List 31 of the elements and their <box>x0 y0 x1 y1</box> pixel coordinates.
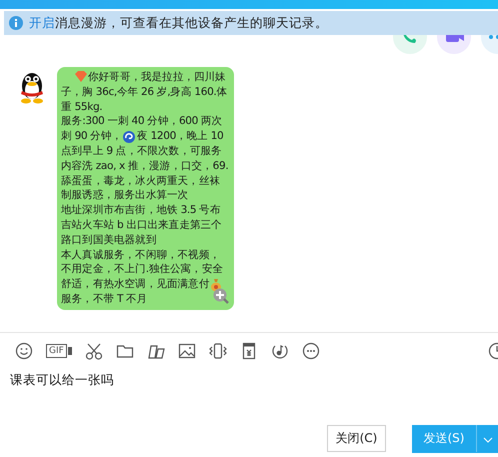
message-text: 刺 90 分钟， <box>61 129 122 144</box>
swirl-icon <box>122 130 136 144</box>
message-text: 不用定金，不上门.独住公寓，安全 <box>61 262 223 278</box>
more-icon[interactable] <box>302 342 320 360</box>
message-text: 服务，不带 T 不月 <box>61 292 148 307</box>
scissors-icon[interactable] <box>84 342 103 360</box>
message-text: 舔蛋蛋，毒龙，冰火两重天，丝袜 <box>61 174 220 188</box>
shake-icon[interactable] <box>208 342 227 360</box>
emoji-icon[interactable] <box>15 342 33 360</box>
message-text: 子，胸 36c,今年 26 岁,身高 160.体 <box>61 84 227 100</box>
message-text: 夜 1200，晚上 10 <box>137 129 224 144</box>
message-input[interactable]: 课表可以给一张吗 <box>0 369 498 425</box>
message-text: 你好哥哥，我是拉拉，四川妹 <box>88 70 226 85</box>
message-text: 舒适，有热水空调，见面满意付 <box>61 277 210 292</box>
notice-text: 消息漫游，可查看在其他设备产生的聊天记录。 <box>55 14 328 32</box>
heart-icon <box>73 70 87 84</box>
message-text: 路口到国美电器就到 <box>61 232 156 248</box>
chevron-down-icon <box>482 437 492 443</box>
image-icon[interactable] <box>178 342 196 360</box>
music-note-icon[interactable] <box>270 342 289 360</box>
message-text: 内容洗 zao, x 推，漫游，口交，69. <box>61 158 228 174</box>
message-text: 点到早上 9 点，不限次数，可服务 <box>61 144 222 159</box>
message-text: 本人真诚服务，不闲聊，不视频， <box>61 248 220 262</box>
message-text: 服务:300 一刺 40 分钟，600 两次 <box>61 114 222 130</box>
zoom-in-icon[interactable] <box>213 288 230 304</box>
message-text: 吉站火车站 b 出口出来直走第三个 <box>61 218 222 233</box>
message-text: 地址深圳市布吉街，地铁 3.5 号布 <box>61 203 220 218</box>
message-text: 制服诱惑，服务出水算一次 <box>61 188 188 204</box>
close-button[interactable]: 关闭(C) <box>327 425 386 452</box>
info-icon <box>9 16 23 30</box>
message-text: 重 55kg. <box>61 100 102 114</box>
